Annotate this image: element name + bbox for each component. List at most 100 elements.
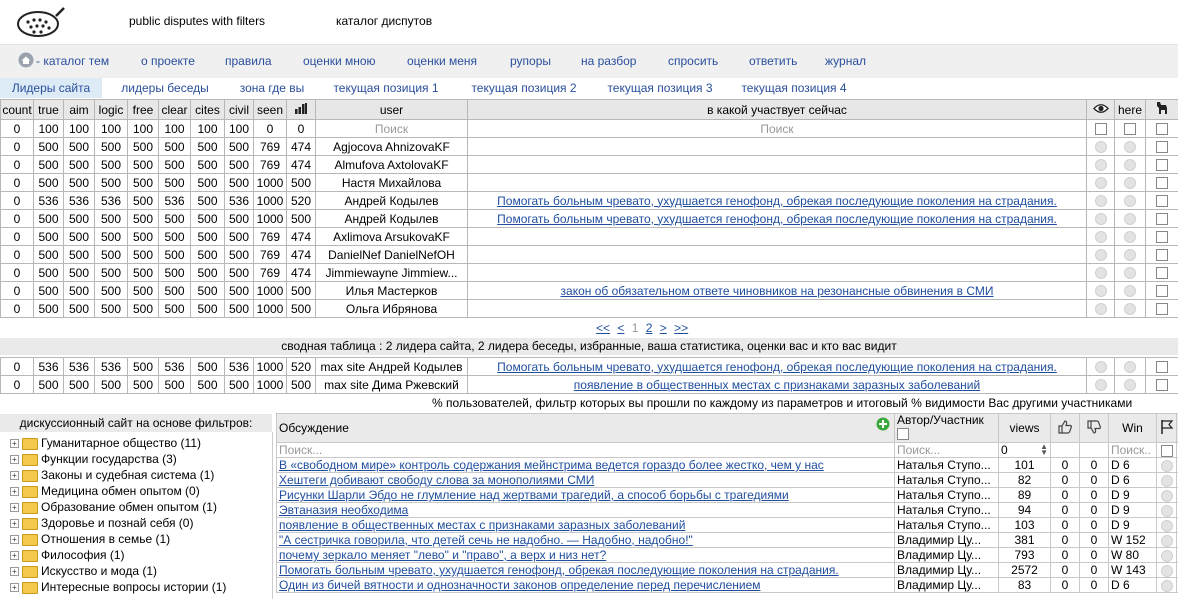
leader-select-checkbox[interactable]	[1156, 303, 1168, 316]
leader-select-checkbox[interactable]	[1156, 285, 1168, 298]
tab-conversation-leaders[interactable]: лидеры беседы	[102, 78, 228, 98]
discussion-author[interactable]: Наталья Ступо...	[894, 502, 999, 518]
tree-item[interactable]: + Законы и судебная система (1)	[10, 467, 214, 483]
leader-watch-radio[interactable]	[1094, 141, 1107, 154]
discussion-link[interactable]: В «свободном мире» контроль содержания м…	[279, 459, 824, 472]
discussion-flag-radio[interactable]	[1160, 549, 1173, 562]
page-next[interactable]: >	[660, 321, 667, 335]
author-search-input[interactable]: Поиск...	[894, 442, 999, 458]
add-discussion-icon[interactable]	[876, 417, 890, 431]
tab-position-1[interactable]: текущая позиция 1	[316, 78, 456, 98]
leader-user[interactable]: Настя Михайлова	[315, 173, 468, 192]
discussion-author[interactable]: Наталья Ступо...	[894, 487, 999, 503]
discussion-link[interactable]: Эвтаназия необходима	[279, 504, 408, 517]
col-civil[interactable]: civil	[224, 99, 254, 120]
summary-select-checkbox[interactable]	[1156, 379, 1168, 392]
discussion-link[interactable]: Рисунки Шарли Эбдо не глумление над жерт…	[279, 489, 789, 502]
leader-select-checkbox[interactable]	[1156, 213, 1168, 226]
leader-here-radio[interactable]	[1124, 267, 1136, 280]
col-clear[interactable]: clear	[158, 99, 191, 120]
tree-item[interactable]: + Гуманитарное общество (11)	[10, 435, 201, 451]
page-2[interactable]: 2	[646, 321, 653, 335]
filter-count[interactable]: 0	[0, 119, 34, 138]
expand-icon[interactable]: +	[10, 471, 19, 481]
leader-here-radio[interactable]	[1124, 195, 1136, 208]
expand-icon[interactable]: +	[10, 503, 19, 513]
discussion-link[interactable]: "А сестричка говорила, что детей сечь не…	[279, 534, 693, 547]
leader-watch-radio[interactable]	[1094, 267, 1107, 280]
filter-watch-checkbox[interactable]	[1094, 123, 1107, 136]
col-logic[interactable]: logic	[94, 99, 128, 120]
leader-user[interactable]: Agjocova AhnizovaKF	[315, 137, 468, 156]
leader-here-radio[interactable]	[1124, 177, 1136, 190]
col-rating[interactable]	[286, 99, 316, 120]
public-disputes-link[interactable]: public disputes with filters	[129, 14, 265, 28]
discussion-flag-radio[interactable]	[1160, 504, 1173, 517]
col-likes[interactable]	[1050, 413, 1080, 443]
expand-icon[interactable]: +	[10, 519, 19, 529]
leader-select-checkbox[interactable]	[1156, 249, 1168, 262]
leader-watch-radio[interactable]	[1094, 195, 1107, 208]
discussion-flag-radio[interactable]	[1160, 489, 1173, 502]
summary-watch-radio[interactable]	[1094, 379, 1107, 392]
filter-logic[interactable]: 100	[94, 119, 128, 138]
tab-position-3[interactable]: текущая позиция 3	[592, 78, 728, 98]
tree-item[interactable]: + Функции государства (3)	[10, 451, 177, 467]
summary-select-checkbox[interactable]	[1156, 361, 1168, 374]
leader-user[interactable]: Axlimova ArsukovaKF	[315, 227, 468, 246]
views-filter-spinner[interactable]: 0 ▲ ▼	[998, 442, 1051, 458]
disputes-catalog-link[interactable]: каталог диспутов	[336, 14, 432, 28]
leader-here-radio[interactable]	[1124, 159, 1136, 172]
discussion-flag-radio[interactable]	[1160, 534, 1173, 547]
tree-item[interactable]: + Медицина обмен опытом (0)	[10, 483, 200, 499]
filter-aim[interactable]: 100	[63, 119, 95, 138]
spinner-arrows-icon[interactable]: ▲ ▼	[1040, 444, 1048, 457]
summary-topic-link[interactable]: Помогать больным чревато, ухудшается ген…	[497, 360, 1057, 374]
summary-watch-radio[interactable]	[1094, 361, 1107, 374]
expand-icon[interactable]: +	[10, 583, 19, 593]
discussion-flag-radio[interactable]	[1160, 519, 1173, 532]
menu-for-review[interactable]: на разбор	[581, 54, 636, 68]
discussion-flag-radio[interactable]	[1160, 459, 1173, 472]
expand-icon[interactable]: +	[10, 439, 19, 449]
leader-select-checkbox[interactable]	[1156, 141, 1168, 154]
discussion-link[interactable]: почему зеркало меняет "лево" и "право", …	[279, 549, 606, 562]
menu-megaphones[interactable]: рупоры	[510, 54, 551, 68]
author-filter-checkbox[interactable]	[897, 427, 909, 440]
discussion-flag-radio[interactable]	[1160, 579, 1173, 592]
col-discussion[interactable]: Обсуждение	[276, 413, 895, 443]
page-first[interactable]: <<	[596, 321, 610, 335]
leader-select-checkbox[interactable]	[1156, 267, 1168, 280]
tab-site-leaders[interactable]: Лидеры сайта	[0, 78, 102, 98]
leader-watch-radio[interactable]	[1094, 285, 1107, 298]
leader-select-checkbox[interactable]	[1156, 159, 1168, 172]
menu-topic-catalog[interactable]: - каталог тем	[36, 54, 109, 68]
discussion-author[interactable]: Владимир Цу...	[894, 577, 999, 593]
filter-clear[interactable]: 100	[158, 119, 191, 138]
col-true[interactable]: true	[33, 99, 64, 120]
page-last[interactable]: >>	[674, 321, 688, 335]
leader-watch-radio[interactable]	[1094, 231, 1107, 244]
home-icon[interactable]	[18, 52, 34, 68]
col-cites[interactable]: cites	[190, 99, 225, 120]
summary-topic-link[interactable]: появление в общественных местах с призна…	[574, 378, 980, 392]
col-pet[interactable]	[1145, 99, 1178, 120]
win-search-input[interactable]: Поиск..	[1108, 442, 1157, 458]
filter-free[interactable]: 100	[127, 119, 159, 138]
col-flag[interactable]	[1156, 413, 1177, 443]
menu-ratings-of-me[interactable]: оценки меня	[407, 54, 477, 68]
leader-watch-radio[interactable]	[1094, 249, 1107, 262]
expand-icon[interactable]: +	[10, 535, 19, 545]
col-count[interactable]: count	[0, 99, 34, 120]
expand-icon[interactable]: +	[10, 455, 19, 465]
summary-user[interactable]: max site Андрей Кодылев	[315, 357, 468, 376]
summary-here-radio[interactable]	[1124, 361, 1136, 374]
filter-here-checkbox[interactable]	[1124, 123, 1136, 136]
discussion-flag-radio[interactable]	[1160, 474, 1173, 487]
filter-rating[interactable]: 0	[286, 119, 316, 138]
page-prev[interactable]: <	[617, 321, 624, 335]
discussion-author[interactable]: Наталья Ступо...	[894, 517, 999, 533]
leader-watch-radio[interactable]	[1094, 303, 1107, 316]
expand-icon[interactable]: +	[10, 567, 19, 577]
tree-item[interactable]: + Искусство и мода (1)	[10, 563, 157, 579]
